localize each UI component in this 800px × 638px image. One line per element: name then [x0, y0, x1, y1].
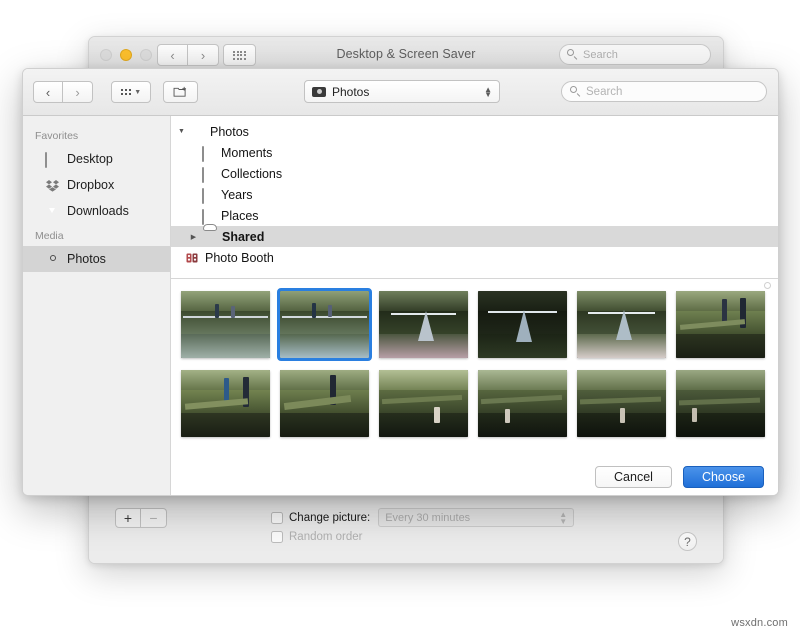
- tree-row-moments[interactable]: Moments: [171, 142, 778, 163]
- tree-row-collections[interactable]: Collections: [171, 163, 778, 184]
- panel-forward-button[interactable]: ›: [63, 81, 93, 103]
- tree-row-label: Collections: [221, 167, 282, 181]
- random-order-checkbox[interactable]: [271, 531, 283, 543]
- chevron-down-icon: ▼: [134, 89, 141, 96]
- change-picture-row: Change picture: Every 30 minutes ▲▼: [271, 508, 574, 527]
- screensaver-controls: + − Change picture: Every 30 minutes ▲▼ …: [89, 494, 723, 564]
- sidebar-item-label: Photos: [67, 252, 106, 266]
- watermark: wsxdn.com: [731, 617, 788, 629]
- photo-picker-panel: ‹ › ▼ Photos ▲▼ Search: [22, 68, 779, 496]
- change-picture-checkbox[interactable]: [271, 512, 283, 524]
- remove-folder-button[interactable]: −: [141, 508, 167, 528]
- thumbnail-item[interactable]: [577, 370, 666, 437]
- tree-row-label: Photos: [210, 125, 249, 139]
- view-options-button[interactable]: ▼: [111, 81, 151, 103]
- thumbnail-item[interactable]: [181, 370, 270, 437]
- panel-back-button[interactable]: ‹: [33, 81, 63, 103]
- random-order-row: Random order: [271, 531, 363, 543]
- thumbnail-item[interactable]: [379, 370, 468, 437]
- thumbnail-item[interactable]: [478, 291, 567, 358]
- prefs-search-field[interactable]: Search: [559, 44, 711, 65]
- sidebar-item-photos[interactable]: Photos: [23, 246, 170, 272]
- panel-body: Favorites Desktop Dropbox Downloads: [23, 116, 778, 496]
- tree-row-shared[interactable]: ▶ Shared: [171, 226, 778, 247]
- tree-row-photos[interactable]: ▼ Photos: [171, 121, 778, 142]
- desktop-icon: [45, 153, 60, 166]
- chevron-updown-icon: ▲▼: [559, 511, 567, 525]
- change-picture-label: Change picture:: [289, 512, 370, 524]
- thumbnail-item[interactable]: [280, 291, 369, 358]
- photos-camera-icon: [45, 253, 60, 266]
- cloud-icon: [203, 231, 217, 243]
- sidebar-item-label: Dropbox: [67, 178, 114, 192]
- thumbnail-item[interactable]: [181, 291, 270, 358]
- chevron-updown-icon: ▲▼: [484, 87, 492, 97]
- new-folder-icon: [173, 86, 188, 98]
- photos-camera-icon: [312, 87, 326, 97]
- thumbnail-item[interactable]: [280, 370, 369, 437]
- tree-row-label: Places: [221, 209, 259, 223]
- thumbnail-item[interactable]: [676, 370, 765, 437]
- panel-nav-group: ‹ ›: [33, 81, 93, 103]
- thumbnail-item[interactable]: [379, 291, 468, 358]
- photo-booth-icon: [186, 252, 200, 264]
- sidebar-item-downloads[interactable]: Downloads: [23, 198, 170, 224]
- change-interval-value: Every 30 minutes: [385, 512, 470, 524]
- dropbox-icon: [45, 179, 60, 192]
- panel-search-field[interactable]: Search: [561, 81, 767, 102]
- thumbnail-row: [181, 291, 778, 358]
- sidebar-header-favorites: Favorites: [23, 124, 170, 146]
- photos-app-icon: [191, 126, 205, 138]
- search-icon: [570, 86, 581, 97]
- album-icon: [202, 147, 216, 159]
- sidebar-item-dropbox[interactable]: Dropbox: [23, 172, 170, 198]
- tree-row-photo-booth[interactable]: Photo Booth: [171, 247, 778, 268]
- panel-search-placeholder: Search: [586, 86, 622, 98]
- tree-row-places[interactable]: Places: [171, 205, 778, 226]
- thumbnail-row: [181, 370, 778, 437]
- location-popup-button[interactable]: Photos ▲▼: [304, 80, 500, 103]
- album-icon: [202, 210, 216, 222]
- disclosure-triangle-closed-icon[interactable]: ▶: [189, 233, 198, 241]
- thumbnail-item[interactable]: [676, 291, 765, 358]
- panel-content: ▼ Photos Moments Collections Ye: [171, 116, 778, 496]
- thumbnail-item[interactable]: [478, 370, 567, 437]
- search-icon: [567, 49, 578, 60]
- tree-row-label: Moments: [221, 146, 272, 160]
- panel-action-buttons: Cancel Choose: [595, 466, 764, 488]
- panel-sidebar: Favorites Desktop Dropbox Downloads: [23, 116, 171, 496]
- sidebar-item-label: Downloads: [67, 204, 129, 218]
- album-icon: [202, 189, 216, 201]
- tree-row-label: Years: [221, 188, 253, 202]
- sidebar-item-label: Desktop: [67, 152, 113, 166]
- sidebar-item-desktop[interactable]: Desktop: [23, 146, 170, 172]
- icon-view-icon: [121, 89, 132, 96]
- disclosure-triangle-open-icon[interactable]: ▼: [177, 128, 186, 135]
- thumbnail-grid: [171, 279, 778, 496]
- random-order-label: Random order: [289, 531, 363, 543]
- tree-row-label: Shared: [222, 230, 264, 244]
- add-folder-button[interactable]: +: [115, 508, 141, 528]
- sidebar-header-media: Media: [23, 224, 170, 246]
- prefs-search-placeholder: Search: [583, 49, 618, 61]
- album-icon: [202, 168, 216, 180]
- new-folder-button[interactable]: [163, 81, 198, 103]
- add-remove-group: + −: [115, 508, 167, 528]
- thumbnail-item[interactable]: [577, 291, 666, 358]
- help-button[interactable]: ?: [678, 532, 697, 551]
- screenshot-root: ‹ › Desktop & Screen Saver Search + −: [0, 0, 800, 638]
- choose-button[interactable]: Choose: [683, 466, 764, 488]
- scrollbar-indicator[interactable]: [764, 282, 771, 289]
- tree-row-label: Photo Booth: [205, 251, 274, 265]
- cancel-button[interactable]: Cancel: [595, 466, 672, 488]
- location-label: Photos: [332, 85, 478, 99]
- change-interval-select[interactable]: Every 30 minutes ▲▼: [378, 508, 574, 527]
- downloads-icon: [45, 205, 60, 218]
- panel-toolbar: ‹ › ▼ Photos ▲▼ Search: [23, 69, 778, 116]
- tree-row-years[interactable]: Years: [171, 184, 778, 205]
- photos-source-tree: ▼ Photos Moments Collections Ye: [171, 116, 778, 279]
